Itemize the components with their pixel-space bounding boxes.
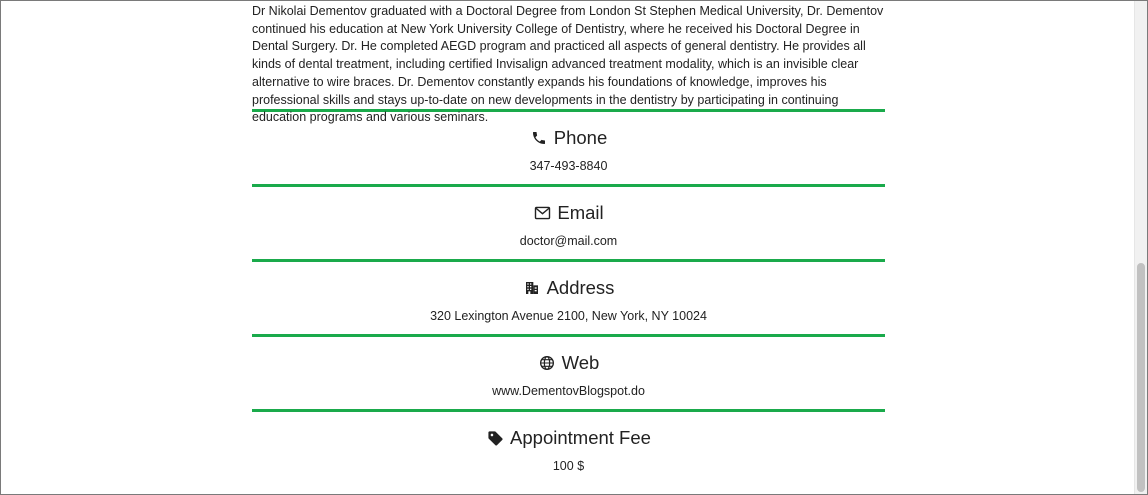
- appointment-fee-value: 100 $: [552, 459, 585, 473]
- address-heading: Address: [252, 275, 885, 301]
- phone-icon: [530, 129, 548, 147]
- email-section: Email doctor@mail.com: [252, 184, 885, 259]
- appointment-fee-heading: Appointment Fee: [252, 425, 885, 451]
- vertical-scrollbar[interactable]: [1134, 1, 1147, 494]
- appointment-fee-title: Appointment Fee: [510, 427, 651, 448]
- appointment-fee-section: Appointment Fee 100 $: [252, 409, 885, 484]
- address-value: 320 Lexington Avenue 2100, New York, NY …: [430, 309, 707, 323]
- globe-icon: [538, 354, 556, 372]
- scrollbar-thumb[interactable]: [1137, 263, 1145, 492]
- web-value[interactable]: www.DementovBlogspot.do: [252, 384, 885, 398]
- web-title: Web: [561, 352, 600, 373]
- tag-icon: [486, 429, 504, 447]
- phone-title: Phone: [553, 127, 608, 148]
- doctor-profile-content: Dr Nikolai Dementov graduated with a Doc…: [252, 1, 885, 484]
- phone-value: 347-493-8840: [529, 159, 608, 173]
- building-icon: [523, 279, 541, 297]
- doctor-bio: Dr Nikolai Dementov graduated with a Doc…: [252, 4, 884, 125]
- email-title: Email: [557, 202, 604, 223]
- address-section: Address 320 Lexington Avenue 2100, New Y…: [252, 259, 885, 334]
- web-section: Web www.DementovBlogspot.do: [252, 334, 885, 409]
- browser-viewport: Dr Nikolai Dementov graduated with a Doc…: [0, 0, 1148, 495]
- address-title: Address: [546, 277, 615, 298]
- envelope-icon: [533, 204, 551, 222]
- email-value[interactable]: doctor@mail.com: [252, 234, 885, 248]
- phone-heading: Phone: [252, 125, 885, 151]
- email-heading: Email: [252, 200, 885, 226]
- web-heading: Web: [252, 350, 885, 376]
